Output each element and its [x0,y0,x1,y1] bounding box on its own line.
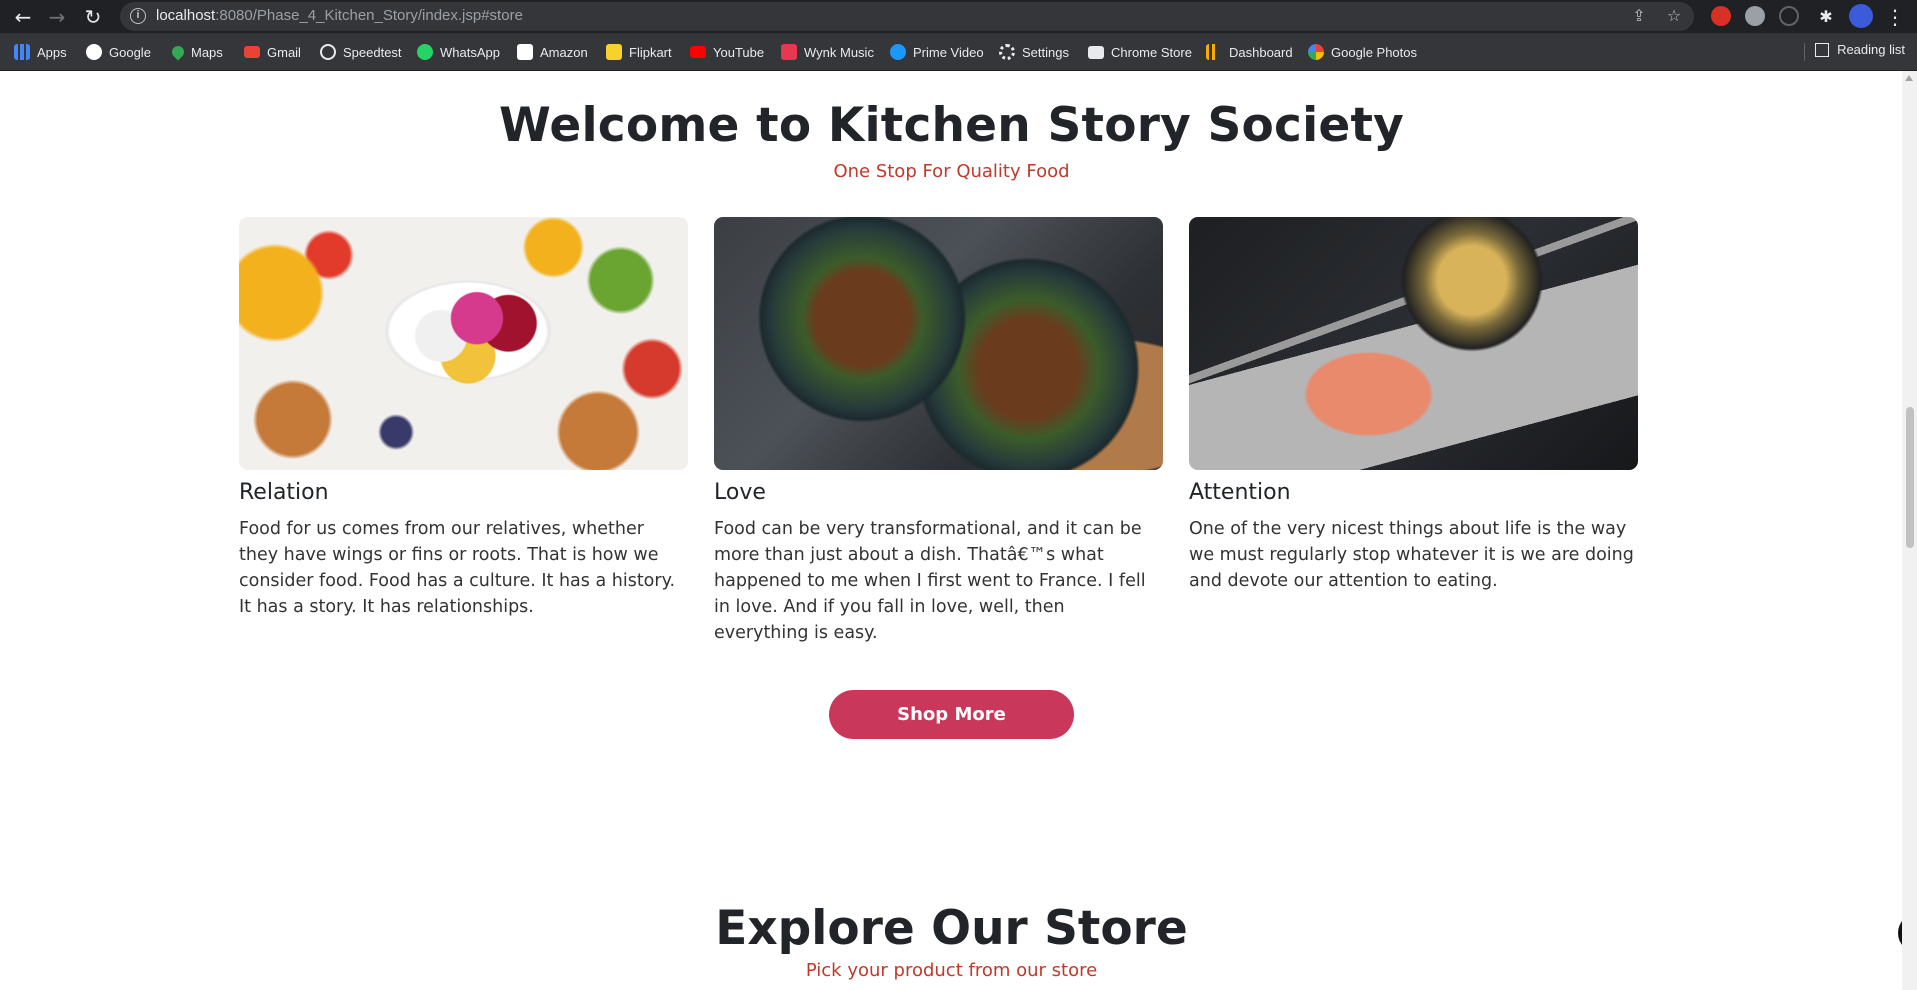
maps-pin-icon [169,43,187,61]
card-title: Relation [239,480,329,505]
scrollbar-thumb[interactable] [1906,407,1914,548]
puzzle-icon[interactable]: ✱ [1813,4,1839,30]
forward-icon[interactable]: → [44,4,70,30]
store-title: Explore Our Store [715,901,1188,956]
profile-avatar[interactable] [1849,4,1873,28]
card-title: Attention [1189,480,1291,505]
gear-icon [999,44,1015,60]
bookmark-flipkart[interactable]: Flipkart [606,42,672,62]
extension-red-icon[interactable] [1711,6,1731,26]
back-icon[interactable]: ← [10,4,36,30]
bookmark-label: YouTube [713,44,765,60]
bookmark-whatsapp[interactable]: WhatsApp [417,42,500,62]
flipkart-icon [606,44,622,60]
google-icon [86,44,102,60]
card-attention: Attention One of the very nicest things … [1189,217,1638,594]
bookmark-label: Gmail [267,44,301,60]
amazon-icon [517,44,533,60]
card-text: One of the very nicest things about life… [1189,519,1634,591]
bookmark-label: Maps [191,44,223,60]
bookmark-label: Flipkart [629,44,672,60]
bookmark-google[interactable]: Google [86,42,151,62]
apps-grid-icon [14,44,30,60]
bookmarks-separator [1804,43,1805,61]
card-title: Love [714,480,766,505]
bookmark-apps[interactable]: Apps [14,42,67,62]
noodle-bowls-image [714,217,1163,470]
menu-icon[interactable]: ⋮ [1882,4,1908,30]
bookmark-amazon[interactable]: Amazon [517,42,588,62]
bookmark-label: Dashboard [1229,44,1293,60]
bookmark-wynk-music[interactable]: Wynk Music [781,42,874,62]
bookmark-label: Google Photos [1331,44,1418,60]
bookmark-label: Prime Video [913,44,984,60]
bookmark-label: Amazon [540,44,588,60]
card-text: Food for us comes from our relatives, wh… [239,519,676,617]
card-love: Love Food can be very transformational, … [714,217,1163,646]
url-text[interactable]: localhost:8080/Phase_4_Kitchen_Story/ind… [156,7,523,24]
prime-video-icon [890,44,906,60]
bookmark-label: Apps [37,44,67,60]
extension-face-icon[interactable] [1745,6,1765,26]
gmail-icon [244,46,260,58]
page-title: Welcome to Kitchen Story Society [499,98,1404,153]
bookmark-settings[interactable]: Settings [999,42,1069,62]
bookmark-maps[interactable]: Maps [169,42,223,62]
sashimi-plate-image [1189,217,1638,470]
bookmark-label: Chrome Store [1111,44,1192,60]
bookmark-label: Google [109,44,151,60]
reload-icon[interactable]: ↻ [80,4,106,30]
card-relation: Relation Food for us comes from our rela… [239,217,688,620]
dashboard-icon [1206,44,1222,60]
page-viewport: Welcome to Kitchen Story Society One Sto… [0,71,1917,990]
address-bar[interactable]: i localhost:8080/Phase_4_Kitchen_Story/i… [120,2,1694,31]
bookmark-label: WhatsApp [440,44,500,60]
share-icon[interactable]: ⇪ [1629,6,1649,26]
google-photos-icon [1308,44,1324,60]
bookmark-youtube[interactable]: YouTube [690,42,764,62]
bookmark-label: Settings [1022,44,1069,60]
bookmark-chrome-store[interactable]: Chrome Store [1088,42,1192,62]
fruit-bowl-image [239,217,688,470]
url-host: localhost [156,7,216,24]
scroll-up-arrow-icon[interactable] [1905,75,1913,81]
bookmark-google-photos[interactable]: Google Photos [1308,42,1417,62]
whatsapp-icon [417,44,433,60]
youtube-icon [690,46,706,58]
shop-more-button[interactable]: Shop More [829,690,1074,739]
star-icon[interactable]: ☆ [1664,6,1684,26]
speedtest-icon [320,44,336,60]
reading-list-icon [1815,42,1830,57]
bookmarks-bar: Apps Google Maps Gmail Speedtest WhatsAp… [0,33,1917,71]
bookmark-label: Wynk Music [804,44,874,60]
bookmark-gmail[interactable]: Gmail [244,42,301,62]
bookmark-prime-video[interactable]: Prime Video [890,42,984,62]
bookmark-label: Speedtest [343,44,402,60]
site-info-icon[interactable]: i [130,8,146,24]
reading-list-label: Reading list [1837,42,1905,57]
wynk-music-icon [781,44,797,60]
page-scrollbar[interactable] [1902,71,1917,990]
extension-dark-icon[interactable] [1779,6,1799,26]
bookmark-speedtest[interactable]: Speedtest [320,42,402,62]
store-subtitle: Pick your product from our store [805,960,1098,981]
browser-toolbar: ← → ↻ i localhost:8080/Phase_4_Kitchen_S… [0,0,1917,33]
card-text: Food can be very transformational, and i… [714,519,1146,643]
reading-list-button[interactable]: Reading list [1815,42,1905,57]
bookmark-dashboard[interactable]: Dashboard [1206,42,1293,62]
url-path: :8080/Phase_4_Kitchen_Story/index.jsp#st… [215,7,523,24]
page-subtitle: One Stop For Quality Food [833,161,1070,182]
chrome-store-icon [1088,45,1104,59]
